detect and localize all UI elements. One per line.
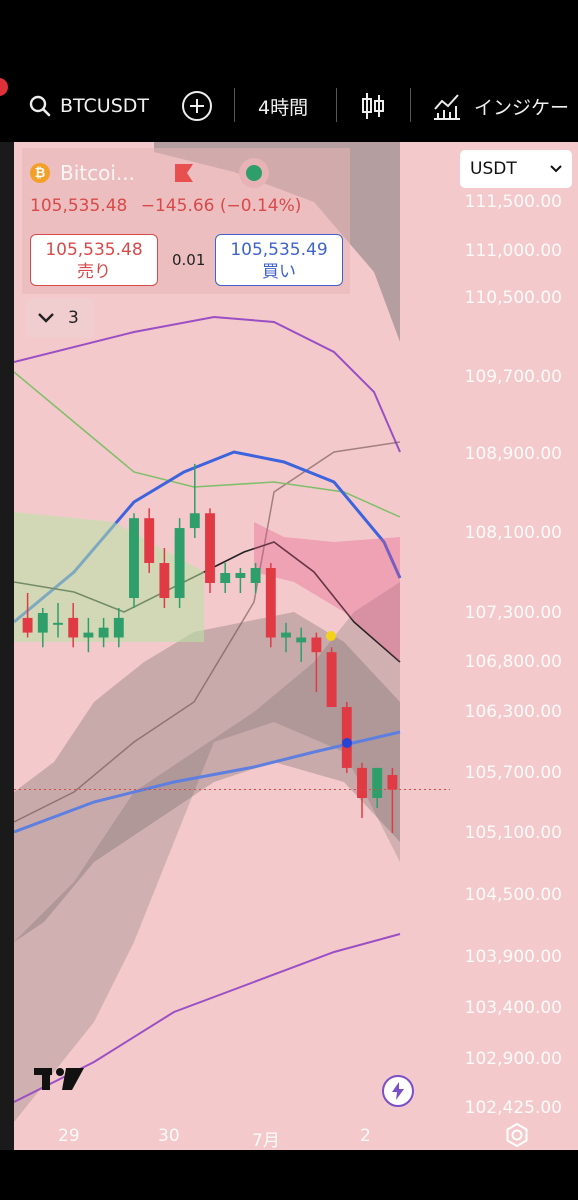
time-axis-label: 30: [158, 1126, 180, 1146]
search-icon: [29, 95, 51, 117]
interval-label: 4時間: [258, 96, 309, 119]
toolbar-divider: [336, 88, 337, 122]
candle-body: [281, 632, 291, 638]
candle-body: [53, 622, 63, 625]
buy-price: 105,535.49: [230, 240, 328, 260]
candle-body: [357, 767, 367, 798]
price-axis-label: 103,400.00: [464, 998, 562, 1018]
candle-body: [113, 617, 124, 638]
candle-body: [235, 573, 246, 578]
chart-left-edge: [0, 142, 14, 1150]
settings-gear-icon[interactable]: [504, 1122, 530, 1148]
buy-label: 買い: [262, 262, 296, 282]
candle-body: [265, 568, 276, 638]
price-axis-label: 108,100.00: [464, 523, 562, 543]
interval-button[interactable]: 4時間: [258, 76, 308, 136]
currency-select[interactable]: USDT: [460, 150, 572, 188]
candle-body: [387, 775, 398, 790]
price-axis-label: 111,500.00: [464, 192, 562, 212]
bitcoin-icon: ₿: [30, 163, 50, 183]
price-axis-label: 105,700.00: [464, 763, 562, 783]
price-axis-label: 102,425.00: [464, 1098, 562, 1118]
candle-body: [326, 652, 337, 707]
time-axis-label: 2: [360, 1126, 371, 1146]
price-axis-label: 106,800.00: [464, 652, 562, 672]
time-axis-label: 29: [58, 1126, 80, 1146]
currency-label: USDT: [470, 159, 517, 179]
collapsed-indicator-count: 3: [68, 308, 79, 328]
indicators-button[interactable]: インジケー: [432, 76, 569, 136]
price-axis-label: 106,300.00: [464, 702, 562, 722]
chart-type-button[interactable]: [360, 76, 386, 136]
toolbar-divider: [410, 88, 411, 122]
signal-marker-yellow: [326, 631, 336, 641]
indicators-label: インジケー: [474, 96, 570, 119]
price-axis-label: 104,500.00: [464, 885, 562, 905]
tradingview-logo[interactable]: [32, 1064, 86, 1096]
buy-button[interactable]: 105,535.49 買い: [215, 234, 343, 286]
plus-circle-icon: [182, 91, 212, 121]
chevron-down-icon: [38, 313, 54, 323]
price-axis-label: 105,100.00: [464, 823, 562, 843]
candle-body: [189, 513, 200, 529]
indicator-collapse-button[interactable]: 3: [26, 298, 94, 338]
flag-icon[interactable]: [173, 162, 195, 184]
candle-body: [205, 513, 215, 583]
candle-body: [220, 573, 231, 583]
candle-body: [37, 613, 48, 633]
lightning-icon: [392, 1082, 404, 1100]
spread-value: 0.01: [172, 251, 206, 269]
candle-body: [159, 563, 170, 598]
price-axis-label: 107,300.00: [464, 603, 562, 623]
sell-label: 売り: [77, 262, 111, 282]
candle-body: [22, 617, 33, 633]
quick-action-button[interactable]: [382, 1075, 414, 1107]
candle-body: [311, 637, 322, 653]
candle-body: [144, 518, 155, 563]
time-axis-label: 7月: [252, 1131, 280, 1151]
compare-symbol-button[interactable]: [180, 76, 214, 136]
last-price: 105,535.48: [30, 196, 128, 216]
top-toolbar: BTCUSDT 4時間 インジケー: [0, 76, 578, 136]
price-axis-label: 103,900.00: [464, 947, 562, 967]
sell-price: 105,535.48: [45, 240, 143, 260]
moving-average-green: [14, 371, 401, 518]
candle-body: [174, 528, 185, 598]
price-axis-label: 111,000.00: [464, 241, 562, 261]
candle-body: [83, 632, 94, 638]
candle-body: [250, 568, 261, 583]
price-change: −145.66 (−0.14%): [140, 196, 302, 216]
price-axis-label: 102,900.00: [464, 1049, 562, 1069]
candles-icon: [362, 93, 384, 119]
tradingview-logo-icon: [34, 1068, 84, 1090]
bottom-bar: [0, 1150, 578, 1200]
legend-price-row: 105,535.48 −145.66 (−0.14%): [30, 196, 301, 216]
candle-body: [372, 767, 383, 798]
price-axis-label: 108,900.00: [464, 444, 562, 464]
price-axis-label: 109,700.00: [464, 367, 562, 387]
candle-body: [98, 627, 109, 638]
toolbar-divider: [234, 88, 235, 122]
candle-body: [129, 518, 139, 598]
legend-symbol-row[interactable]: ₿ Bitcoi...: [30, 156, 271, 190]
candle-body: [68, 617, 79, 638]
market-status-icon[interactable]: [237, 156, 271, 190]
candle-body: [341, 707, 352, 768]
price-axis-label: 110,500.00: [464, 288, 562, 308]
candle-body: [296, 637, 307, 643]
symbol-label: BTCUSDT: [60, 95, 149, 117]
sell-button[interactable]: 105,535.48 売り: [30, 234, 158, 286]
signal-marker-blue: [342, 738, 352, 748]
symbol-search-button[interactable]: BTCUSDT: [28, 76, 149, 136]
indicators-icon: [434, 94, 460, 120]
legend-symbol: Bitcoi...: [60, 161, 135, 185]
chevron-down-icon: [550, 165, 562, 173]
